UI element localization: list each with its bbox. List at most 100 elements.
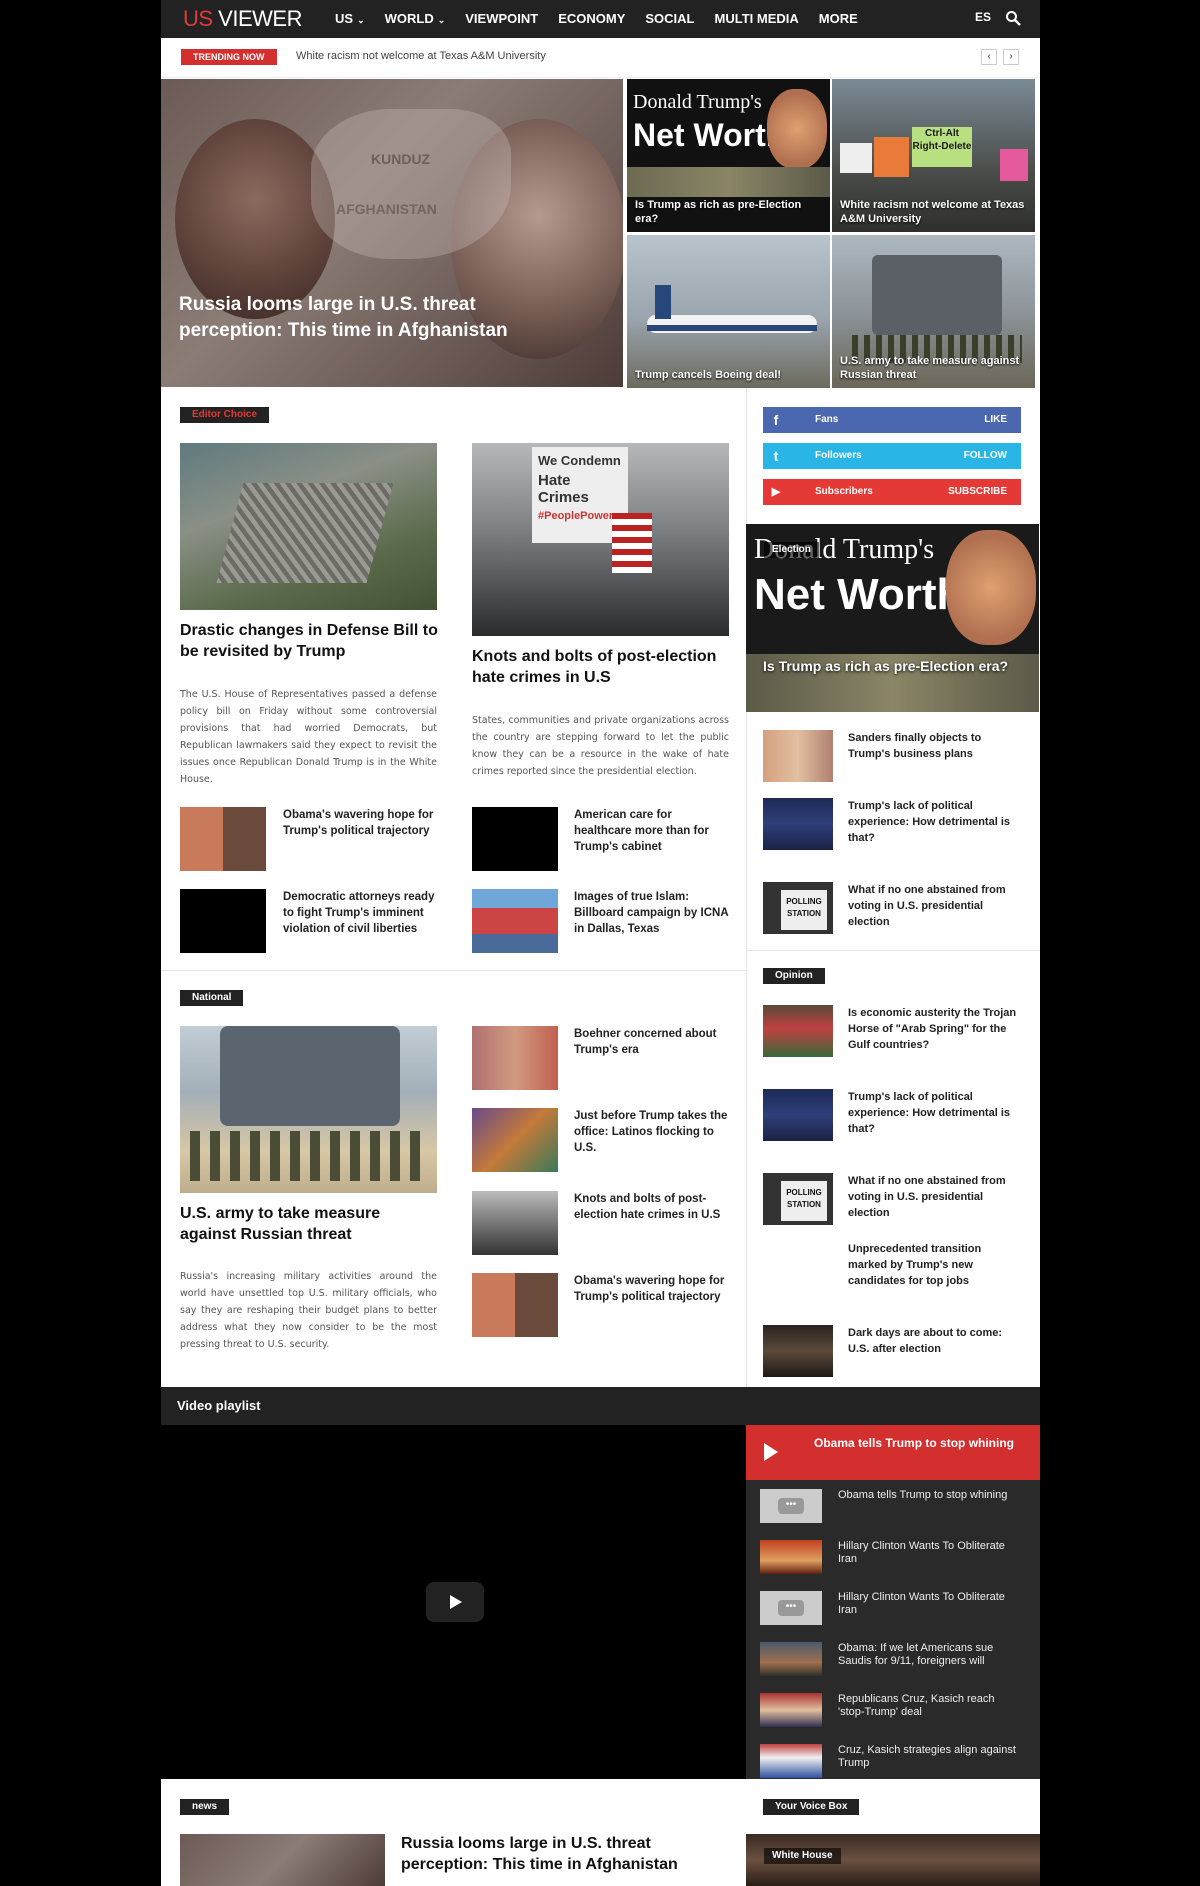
video-player[interactable] [161,1425,746,1779]
thumb-polling-station[interactable]: POLLING STATION [763,1173,833,1225]
chevron-left-icon[interactable]: ‹ [981,49,997,65]
voice-box-image[interactable]: White House [746,1834,1040,1886]
menu-item-world[interactable]: WORLD ⌄ [375,0,456,38]
social-youtube[interactable]: ▶ Subscribers SUBSCRIBE [763,479,1021,505]
protest-sign-orange [874,137,909,177]
hero-tile-texas-protest[interactable]: Ctrl-Alt Right-Delete White racism not w… [832,79,1035,232]
sidebar-article-title[interactable]: Trump's lack of political experience: Ho… [848,1089,1023,1137]
article-title[interactable]: Knots and bolts of post-election hate cr… [472,646,732,688]
menu-item-multimedia[interactable]: MULTI MEDIA [705,0,809,38]
hero-map-overlay [311,109,511,259]
small-article-title[interactable]: Knots and bolts of post-election hate cr… [574,1191,729,1223]
small-article-title[interactable]: Images of true Islam: Billboard campaign… [574,889,729,937]
thumb-trump-obama[interactable] [472,1273,558,1337]
thumb-black[interactable] [472,807,558,871]
sidebar-article-title[interactable]: Sanders finally objects to Trump's busin… [848,730,1023,762]
pentagon-image[interactable] [180,443,437,610]
thumb-boehner[interactable] [472,1026,558,1090]
play-button[interactable] [426,1582,484,1622]
menu-item-economy[interactable]: ECONOMY [548,0,635,38]
feature-title[interactable]: Is Trump as rich as pre-Election era? [763,658,1033,674]
thumb-polling-station[interactable]: POLLING STATION [763,882,833,934]
section-badge-national: National [180,990,244,1006]
hero-main-article[interactable]: KUNDUZ AFGHANISTAN Russia looms large in… [161,79,623,387]
menu-item-viewpoint[interactable]: VIEWPOINT [455,0,548,38]
playlist-item-title[interactable]: Hillary Clinton Wants To Obliterate Iran [838,1591,1018,1617]
now-playing-header[interactable]: Obama tells Trump to stop whining [746,1425,1040,1480]
small-article-title[interactable]: Obama's wavering hope for Trump's politi… [574,1273,729,1305]
thumb-sanders[interactable] [763,730,833,782]
menu-item-us[interactable]: US ⌄ [325,0,375,38]
playlist-thumb-hillary[interactable] [760,1540,822,1574]
social-twitter[interactable]: t Followers FOLLOW [763,443,1021,469]
article-excerpt: States, communities and private organiza… [472,715,729,777]
plane-tail [655,285,671,319]
language-switch[interactable]: ES [975,0,991,34]
small-article-title[interactable]: Just before Trump takes the office: Lati… [574,1108,729,1156]
menu-label: WORLD [384,11,434,26]
sidebar-article-title[interactable]: Trump's lack of political experience: Ho… [848,798,1023,846]
sidebar-article-title[interactable]: Dark days are about to come: U.S. after … [848,1325,1023,1357]
menu-label: VIEWPOINT [465,11,539,26]
playlist-thumb-obama[interactable] [760,1642,822,1676]
thumb-latinos[interactable] [472,1108,558,1172]
menu-label: SOCIAL [645,11,695,26]
small-article-title[interactable]: Boehner concerned about Trump's era [574,1026,729,1058]
playlist-item-title[interactable]: Obama tells Trump to stop whining [838,1489,1018,1502]
thumb-protest[interactable] [472,1191,558,1255]
site-logo[interactable]: US VIEWER [183,6,302,32]
feature-overlay-networth: Net Worth [754,570,964,619]
small-article-title[interactable]: Democratic attorneys ready to fight Trum… [283,889,438,937]
chevron-down-icon: ⌄ [437,15,446,25]
sidebar-article-title[interactable]: Is economic austerity the Trojan Horse o… [848,1005,1023,1053]
hero-face-left [175,119,335,319]
play-icon [450,1595,462,1609]
playlist-thumb-placeholder[interactable]: ••• [760,1489,822,1523]
thumb-trump-obama[interactable] [180,807,266,871]
chevron-right-icon[interactable]: › [1003,49,1019,65]
playlist-item-title[interactable]: Republicans Cruz, Kasich reach 'stop-Tru… [838,1693,1018,1719]
hero-main-title[interactable]: Russia looms large in U.S. threat percep… [179,292,509,344]
article-title[interactable]: U.S. army to take measure against Russia… [180,1203,420,1245]
army-image[interactable] [180,1026,437,1193]
hovercraft [872,255,1002,335]
playlist-thumb-cruz-strategy[interactable] [760,1744,822,1778]
thumb-black[interactable] [180,889,266,953]
thumb-billboard[interactable] [472,889,558,953]
sidebar-article-title[interactable]: Unprecedented transition marked by Trump… [848,1241,1023,1289]
social-facebook[interactable]: f Fans LIKE [763,407,1021,433]
section-badge-opinion: Opinion [763,968,825,984]
playlist-item-title[interactable]: Cruz, Kasich strategies align against Tr… [838,1744,1018,1770]
article-title[interactable]: Drastic changes in Defense Bill to be re… [180,620,440,662]
sidebar-article-title[interactable]: What if no one abstained from voting in … [848,882,1023,930]
thumb-trump-speech[interactable] [763,1089,833,1141]
sidebar-divider [746,950,1040,951]
hate-crimes-image[interactable]: We Condemn Hate Crimes #PeoplePower [472,443,729,636]
hero-tile-boeing[interactable]: Trump cancels Boeing deal! [627,235,830,388]
menu-label: MORE [818,11,858,26]
menu-item-more[interactable]: MORE [809,0,868,38]
sidebar-article-title[interactable]: What if no one abstained from voting in … [848,1173,1023,1221]
sidebar-feature-article[interactable]: Donald Trump's Net Worth Election Is Tru… [746,524,1039,712]
playlist-item-title[interactable]: Hillary Clinton Wants To Obliterate Iran [838,1540,1018,1566]
play-icon [764,1443,778,1461]
social-action: SUBSCRIBE [948,486,1007,497]
trending-headline[interactable]: White racism not welcome at Texas A&M Un… [296,50,546,62]
playlist-thumb-cruz-kasich[interactable] [760,1693,822,1727]
playlist-item-title[interactable]: Obama: If we let Americans sue Saudis fo… [838,1642,1018,1668]
menu-item-social[interactable]: SOCIAL [635,0,704,38]
playlist-thumb-placeholder[interactable]: ••• [760,1591,822,1625]
small-article-title[interactable]: American care for healthcare more than f… [574,807,729,855]
small-article-title[interactable]: Obama's wavering hope for Trump's politi… [283,807,438,839]
thumb-dark-days[interactable] [763,1325,833,1377]
top-navbar: US VIEWER US ⌄ WORLD ⌄ VIEWPOINT ECONOMY S… [161,0,1040,38]
page: US VIEWER US ⌄ WORLD ⌄ VIEWPOINT ECONOMY S… [161,0,1040,1886]
menu-label: US [335,11,354,26]
hero-tile-army[interactable]: U.S. army to take measure against Russia… [832,235,1035,388]
hero-tile-trump-networth[interactable]: Donald Trump's Net Worth Is Trump as ric… [627,79,830,232]
news-thumb-russia[interactable] [180,1834,385,1886]
article-title[interactable]: Russia looms large in U.S. threat percep… [401,1833,701,1875]
thumb-trump-speech[interactable] [763,798,833,850]
thumb-arab-spring[interactable] [763,1005,833,1057]
search-icon[interactable] [1005,10,1021,26]
